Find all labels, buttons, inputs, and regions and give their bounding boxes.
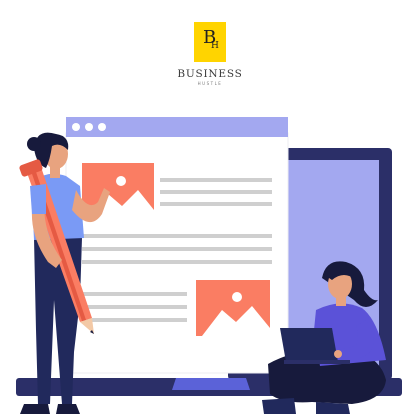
hand	[334, 350, 342, 358]
image-placeholder-icon	[196, 280, 270, 336]
shoe	[262, 398, 296, 414]
sleeve	[30, 184, 46, 214]
hair-bun	[27, 137, 41, 151]
laptop-notch	[172, 378, 250, 390]
text-line	[82, 234, 272, 238]
text-line	[82, 247, 272, 251]
text-line	[160, 190, 272, 194]
text-line	[82, 305, 187, 309]
window-dot-icon	[98, 123, 106, 131]
laptop-small-base	[284, 360, 350, 364]
shoe	[20, 404, 50, 414]
text-line	[160, 202, 272, 206]
text-line	[82, 318, 187, 322]
illustration	[16, 117, 402, 414]
browser-window-icon	[65, 117, 289, 374]
text-line	[160, 178, 272, 182]
shoe	[316, 402, 350, 414]
window-dot-icon	[85, 123, 93, 131]
text-line	[82, 292, 187, 296]
window-dot-icon	[72, 123, 80, 131]
laptop-small	[280, 328, 338, 362]
shoe	[56, 404, 80, 414]
text-line	[82, 260, 272, 264]
